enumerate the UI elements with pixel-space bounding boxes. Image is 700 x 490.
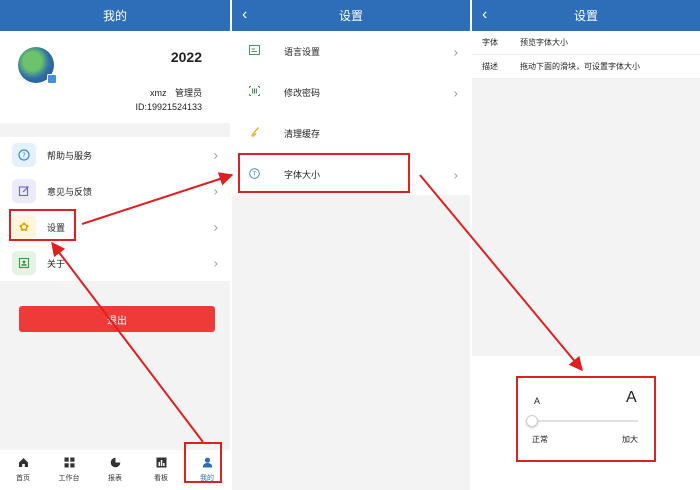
pie-icon bbox=[110, 457, 121, 471]
profile-year: 2022 bbox=[170, 49, 202, 65]
edit-icon bbox=[12, 179, 36, 203]
tab-board[interactable]: 看板 bbox=[138, 450, 184, 490]
settings-item-label: 清理缓存 bbox=[284, 129, 321, 139]
font-preview-list: 字体 预览字体大小 描述 拖动下面的滑块，可设置字体大小 bbox=[472, 31, 700, 79]
menu-item-label: 帮助与服务 bbox=[47, 150, 93, 161]
chevron-right-icon: › bbox=[213, 219, 218, 235]
logout-button[interactable]: 退出 bbox=[19, 306, 215, 332]
camera-icon[interactable] bbox=[47, 74, 57, 84]
chevron-right-icon: › bbox=[213, 147, 218, 163]
chevron-right-icon: › bbox=[213, 255, 218, 271]
page-title: 设置 bbox=[573, 9, 598, 23]
settings-item-language[interactable]: 语言设置 › bbox=[232, 31, 470, 72]
preview-value: 预览字体大小 bbox=[520, 38, 568, 47]
settings-item-label: 修改密码 bbox=[284, 88, 321, 98]
menu-item-feedback[interactable]: 意见与反馈 › bbox=[0, 173, 230, 209]
tab-label: 首页 bbox=[16, 475, 30, 482]
settings-item-clear-cache[interactable]: 清理缓存 bbox=[232, 113, 470, 154]
chevron-right-icon: › bbox=[453, 44, 458, 59]
menu-item-settings[interactable]: ✿ 设置 › bbox=[0, 209, 230, 245]
preview-key: 描述 bbox=[482, 62, 498, 71]
user-icon bbox=[202, 457, 213, 471]
font-size-control: A A 正常 加大 bbox=[472, 356, 700, 490]
font-size-header: ‹ 设置 bbox=[472, 0, 700, 31]
user-info: xmz 管理员 bbox=[150, 86, 202, 99]
tab-home[interactable]: 首页 bbox=[0, 450, 46, 490]
profile-card[interactable]: 2022 xmz 管理员 ID:19921524133 bbox=[0, 31, 230, 123]
menu-item-label: 关于 bbox=[47, 258, 66, 269]
username: xmz bbox=[149, 88, 167, 98]
menu-item-label: 设置 bbox=[47, 222, 66, 233]
slider-label-normal: 正常 bbox=[532, 435, 548, 444]
back-arrow-icon[interactable]: ‹ bbox=[242, 5, 247, 25]
chevron-right-icon: › bbox=[213, 183, 218, 199]
svg-text:?: ? bbox=[22, 152, 26, 160]
broom-icon bbox=[248, 126, 260, 141]
font-size-slider[interactable] bbox=[526, 415, 638, 427]
settings-item-font-size[interactable]: T 字体大小 › bbox=[232, 154, 470, 195]
tab-reports[interactable]: 报表 bbox=[92, 450, 138, 490]
tab-label: 看板 bbox=[154, 475, 168, 482]
profile-header: 我的 bbox=[0, 0, 230, 31]
svg-text:T: T bbox=[251, 171, 256, 177]
bottom-tab-bar: 首页 工作台 报表 看板 我的 bbox=[0, 450, 230, 490]
tab-mine[interactable]: 我的 bbox=[184, 450, 230, 490]
menu-item-label: 意见与反馈 bbox=[47, 186, 93, 197]
settings-list: 语言设置 › 修改密码 › 清理缓存 T 字体大小 › bbox=[232, 31, 470, 195]
settings-item-password[interactable]: 修改密码 › bbox=[232, 72, 470, 113]
user-id: ID:19921524133 bbox=[135, 102, 202, 112]
settings-header: ‹ 设置 bbox=[232, 0, 470, 31]
settings-screen: ‹ 设置 语言设置 › 修改密码 › 清理缓存 T 字体大小 › bbox=[232, 0, 470, 490]
large-a-glyph: A bbox=[626, 389, 637, 406]
grid-icon bbox=[64, 457, 75, 471]
slider-thumb[interactable] bbox=[526, 415, 538, 427]
tab-label: 我的 bbox=[200, 475, 214, 482]
menu-item-about[interactable]: 关于 › bbox=[0, 245, 230, 281]
small-a-glyph: A bbox=[534, 396, 541, 406]
settings-item-label: 字体大小 bbox=[284, 170, 321, 180]
language-icon bbox=[248, 45, 260, 58]
preview-key: 字体 bbox=[482, 38, 498, 47]
settings-item-label: 语言设置 bbox=[284, 47, 321, 57]
slider-label-large: 加大 bbox=[622, 435, 638, 444]
info-card-icon bbox=[12, 251, 36, 275]
profile-menu: ? 帮助与服务 › 意见与反馈 › ✿ 设置 › 关于 › bbox=[0, 137, 230, 281]
preview-value: 拖动下面的滑块，可设置字体大小 bbox=[520, 62, 640, 71]
profile-screen: 我的 2022 xmz 管理员 ID:19921524133 ? 帮助与服务 ›… bbox=[0, 0, 230, 490]
font-size-screen: ‹ 设置 字体 预览字体大小 描述 拖动下面的滑块，可设置字体大小 A A 正常… bbox=[472, 0, 700, 490]
tab-label: 报表 bbox=[108, 475, 122, 482]
gear-icon: ✿ bbox=[12, 215, 36, 239]
page-title: 我的 bbox=[102, 9, 127, 23]
chevron-right-icon: › bbox=[453, 167, 458, 182]
barcode-icon bbox=[248, 86, 260, 99]
back-arrow-icon[interactable]: ‹ bbox=[482, 5, 487, 25]
preview-row-font: 字体 预览字体大小 bbox=[472, 31, 700, 55]
menu-item-help[interactable]: ? 帮助与服务 › bbox=[0, 137, 230, 173]
tab-workbench[interactable]: 工作台 bbox=[46, 450, 92, 490]
user-role: 管理员 bbox=[174, 88, 202, 98]
tab-label: 工作台 bbox=[58, 475, 80, 482]
chevron-right-icon: › bbox=[453, 85, 458, 100]
board-icon bbox=[156, 457, 167, 471]
question-icon: ? bbox=[12, 143, 36, 167]
page-title: 设置 bbox=[338, 9, 363, 23]
preview-row-description: 描述 拖动下面的滑块，可设置字体大小 bbox=[472, 55, 700, 79]
font-size-icon: T bbox=[248, 167, 260, 182]
home-icon bbox=[18, 457, 29, 471]
